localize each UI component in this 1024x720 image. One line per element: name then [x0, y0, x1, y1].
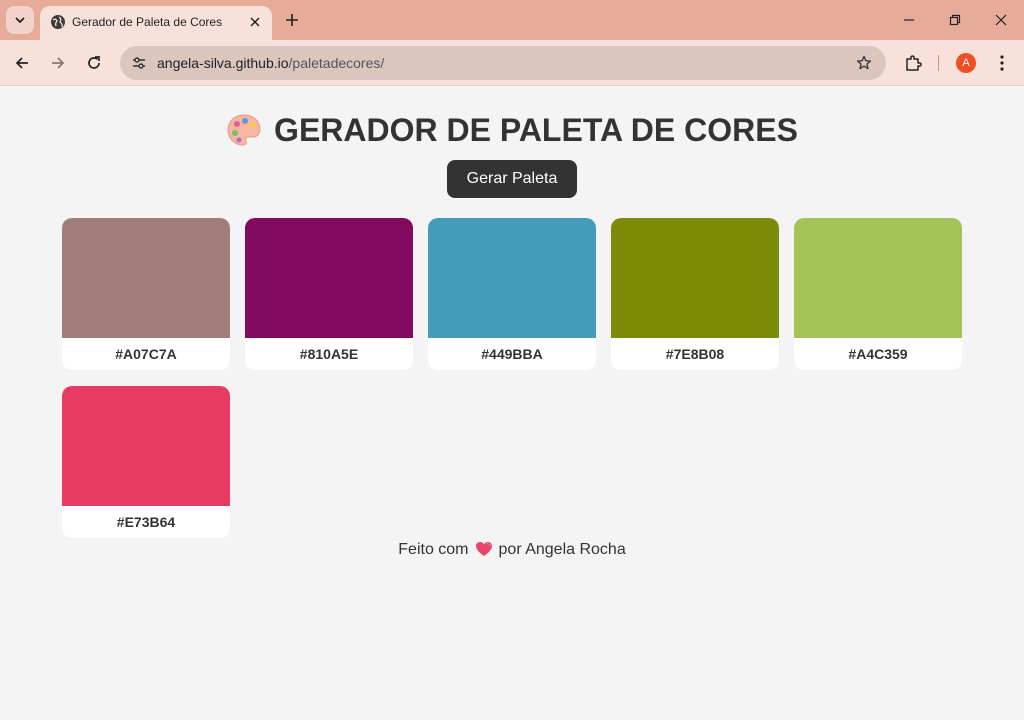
- color-swatch: [611, 218, 779, 338]
- hex-code: #A4C359: [848, 346, 908, 362]
- new-tab-button[interactable]: [280, 8, 304, 32]
- close-tab-button[interactable]: [246, 13, 264, 31]
- puzzle-icon: [906, 55, 922, 71]
- color-card[interactable]: #7E8B08: [611, 218, 779, 370]
- color-card[interactable]: #810A5E: [245, 218, 413, 370]
- more-vert-icon: [1000, 55, 1004, 71]
- palette-icon: [227, 114, 261, 146]
- color-card[interactable]: #E73B64: [62, 386, 230, 538]
- hex-code: #7E8B08: [665, 346, 725, 362]
- site-info-button[interactable]: [126, 50, 152, 76]
- color-swatch: [62, 386, 230, 506]
- color-swatch: [428, 218, 596, 338]
- footer: Feito com por Angela Rocha: [0, 541, 1024, 559]
- back-button[interactable]: [8, 49, 36, 77]
- restore-icon: [949, 14, 961, 26]
- color-swatch: [794, 218, 962, 338]
- page-title-text: GERADOR DE PALETA DE CORES: [274, 112, 798, 148]
- color-card[interactable]: #A07C7A: [62, 218, 230, 370]
- close-window-button[interactable]: [978, 0, 1024, 40]
- toolbar-divider: [938, 55, 939, 71]
- color-swatch: [245, 218, 413, 338]
- close-icon: [995, 14, 1007, 26]
- bookmark-button[interactable]: [854, 53, 874, 73]
- browser-toolbar: angela-silva.github.io/paletadecores/ A: [0, 40, 1024, 86]
- reload-button[interactable]: [80, 49, 108, 77]
- arrow-right-icon: [52, 57, 65, 69]
- page-title: GERADOR DE PALETA DE CORES: [0, 112, 1024, 149]
- close-icon: [250, 17, 260, 27]
- arrow-left-icon: [15, 57, 28, 69]
- page-content: GERADOR DE PALETA DE CORES Gerar Paleta …: [0, 87, 1024, 720]
- hex-code: #810A5E: [299, 346, 359, 362]
- forward-button[interactable]: [44, 49, 72, 77]
- minimize-button[interactable]: [886, 0, 932, 40]
- color-card[interactable]: #449BBA: [428, 218, 596, 370]
- tab-strip: Gerador de Paleta de Cores: [0, 0, 1024, 40]
- reload-icon: [88, 56, 100, 69]
- url-text: angela-silva.github.io/paletadecores/: [157, 55, 384, 71]
- tab-search-button[interactable]: [6, 6, 34, 34]
- url-host: angela-silva.github.io: [157, 55, 289, 71]
- footer-prefix: Feito com: [398, 541, 469, 558]
- star-icon: [856, 55, 872, 70]
- tune-icon: [133, 57, 145, 69]
- hex-code: #A07C7A: [115, 346, 177, 362]
- chevron-down-icon: [15, 17, 25, 24]
- extensions-button[interactable]: [899, 49, 927, 77]
- minimize-icon: [904, 19, 914, 21]
- tab-title: Gerador de Paleta de Cores: [72, 15, 223, 29]
- browser-menu-button[interactable]: [990, 49, 1014, 77]
- plus-icon: [286, 14, 298, 26]
- globe-icon: [51, 15, 65, 29]
- profile-avatar[interactable]: A: [956, 53, 976, 73]
- heart-icon: [475, 542, 492, 556]
- url-path: /paletadecores/: [288, 55, 385, 71]
- generate-palette-button[interactable]: Gerar Paleta: [447, 160, 577, 198]
- hex-code: #449BBA: [481, 346, 543, 362]
- browser-tab[interactable]: Gerador de Paleta de Cores: [40, 6, 272, 40]
- footer-suffix: por Angela Rocha: [498, 541, 626, 558]
- color-swatch: [62, 218, 230, 338]
- restore-button[interactable]: [932, 0, 978, 40]
- hex-code: #E73B64: [116, 514, 176, 530]
- address-bar[interactable]: angela-silva.github.io/paletadecores/: [120, 46, 886, 80]
- color-card[interactable]: #A4C359: [794, 218, 962, 370]
